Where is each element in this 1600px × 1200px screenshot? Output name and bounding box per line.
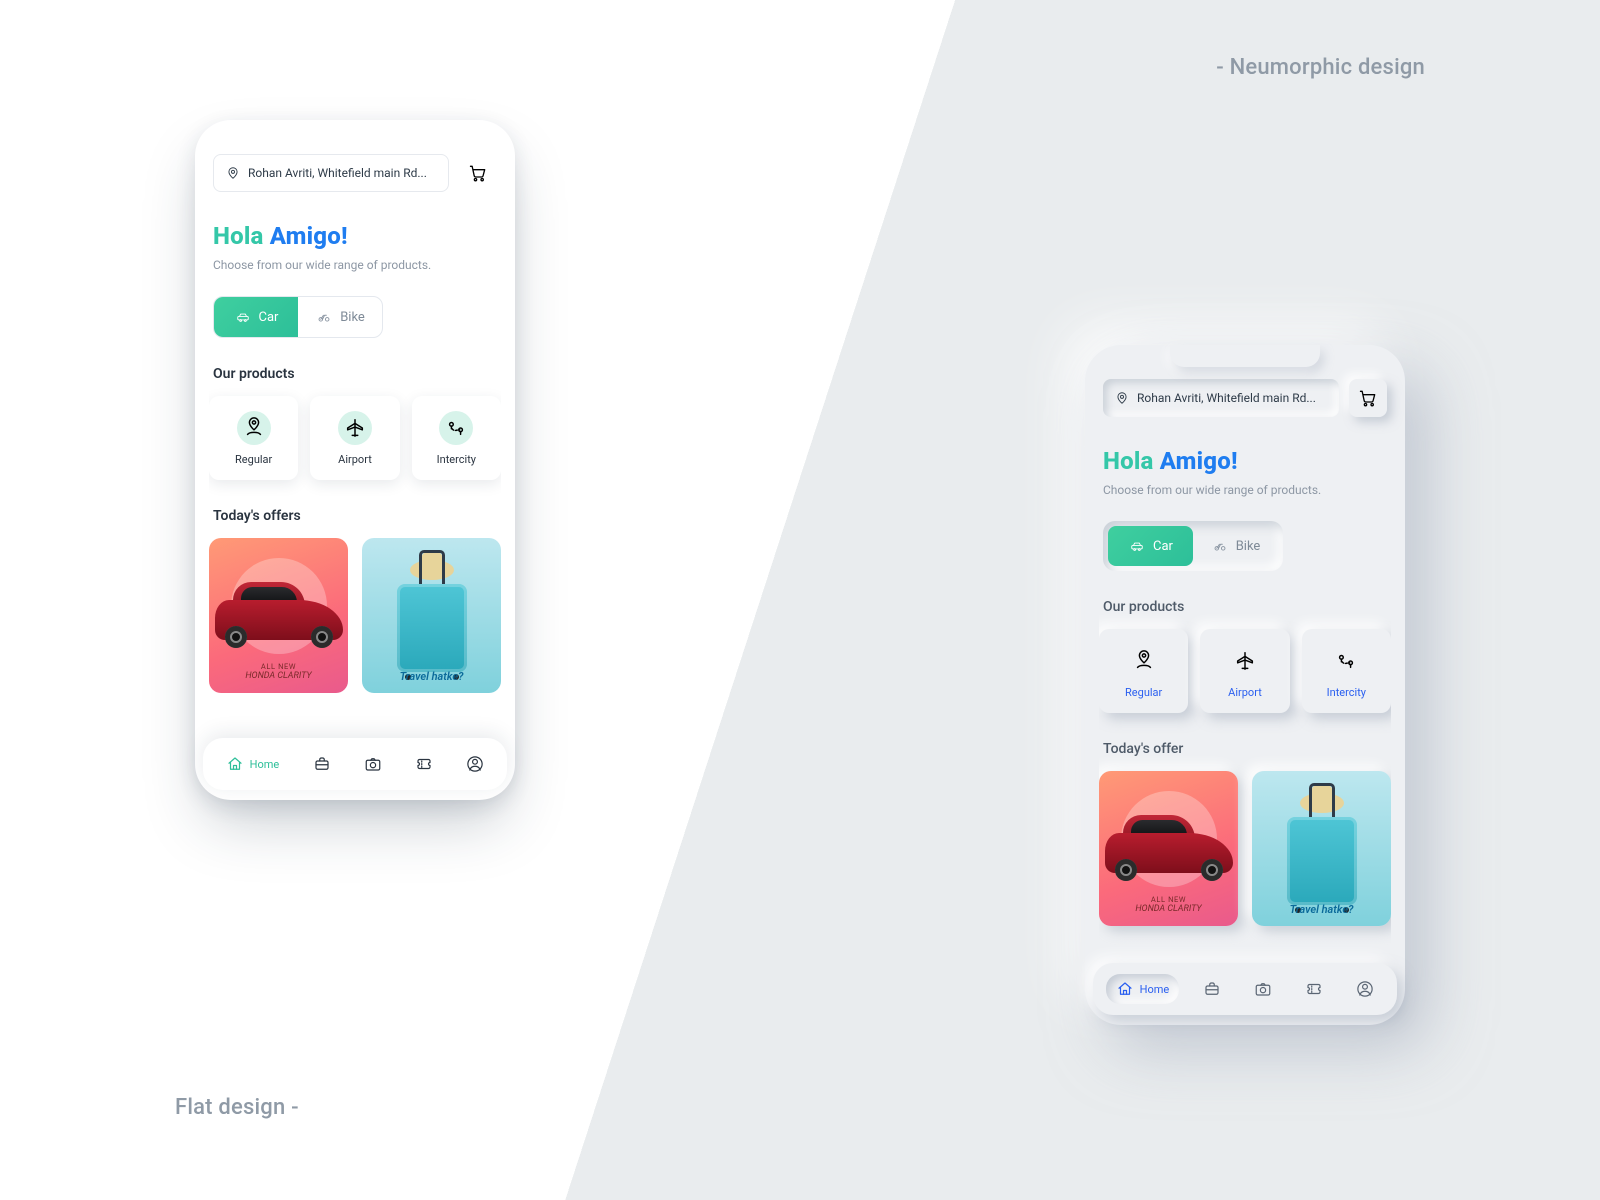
location-text: Rohan Avriti, Whitefield main Rd... [248,166,427,180]
cart-button[interactable] [459,154,497,192]
car-illustration [1105,833,1233,873]
products-heading: Our products [213,366,497,382]
intercity-icon [1335,650,1357,672]
product-label: Regular [1125,686,1162,699]
tab-briefcase[interactable] [303,749,341,779]
tab-bar: Home [1093,963,1397,1015]
product-airport[interactable]: Airport [1200,629,1289,713]
briefcase-icon [313,755,331,773]
home-icon [1116,980,1134,998]
product-intercity[interactable]: Intercity [412,396,501,480]
ticket-icon [1305,980,1323,998]
toggle-car[interactable]: Car [214,297,298,337]
greeting-subline: Choose from our wide range of products. [213,258,497,272]
greeting-subline: Choose from our wide range of products. [1103,483,1387,497]
tab-ticket[interactable] [1295,974,1333,1004]
suitcase-illustration [397,584,467,672]
product-regular[interactable]: Regular [209,396,298,480]
product-label: Intercity [1327,686,1366,699]
briefcase-icon [1203,980,1221,998]
location-field[interactable]: Rohan Avriti, Whitefield main Rd... [213,154,449,192]
product-label: Airport [338,453,372,466]
tab-ticket[interactable] [405,749,443,779]
greeting-heading: Hola Amigo! [1103,447,1387,475]
tab-briefcase[interactable] [1193,974,1231,1004]
location-text: Rohan Avriti, Whitefield main Rd... [1137,391,1316,405]
vehicle-toggle: Car Bike [1103,521,1283,571]
tab-home[interactable]: Home [1106,974,1180,1004]
toggle-bike[interactable]: Bike [1193,526,1278,566]
camera-icon [1254,980,1272,998]
product-label: Airport [1228,686,1262,699]
product-regular[interactable]: Regular [1099,629,1188,713]
car-icon [234,310,252,324]
tab-camera[interactable] [354,749,392,779]
intercity-icon [445,417,467,439]
location-field[interactable]: Rohan Avriti, Whitefield main Rd... [1103,379,1339,417]
offer-card-travel[interactable]: Travel hatke? [1252,771,1391,926]
tab-bar: Home [203,738,507,790]
suitcase-illustration [1287,817,1357,905]
product-intercity[interactable]: Intercity [1302,629,1391,713]
pin-icon [1115,391,1129,405]
product-label: Regular [235,453,272,466]
offers-heading: Today's offer [1103,741,1387,757]
home-icon [226,755,244,773]
tab-profile[interactable] [1346,974,1384,1004]
bike-icon [315,310,333,324]
tab-camera[interactable] [1244,974,1282,1004]
flat-phone-frame: Rohan Avriti, Whitefield main Rd... Hola… [195,120,515,800]
flat-design-label: Flat design - [175,1095,299,1120]
greeting-heading: Hola Amigo! [213,222,497,250]
products-heading: Our products [1103,599,1387,615]
tab-profile[interactable] [456,749,494,779]
pin-icon [226,166,240,180]
offer-card-car[interactable]: ALL NEWHONDA CLARITY [1099,771,1238,926]
offer-card-travel[interactable]: Travel hatke? [362,538,501,693]
cart-icon [468,163,488,183]
camera-icon [364,755,382,773]
offers-heading: Today's offers [213,508,497,524]
toggle-bike[interactable]: Bike [298,297,382,337]
neumorphic-phone-frame: Rohan Avriti, Whitefield main Rd... Hola… [1085,345,1405,1025]
car-icon [1128,539,1146,553]
user-icon [466,755,484,773]
product-airport[interactable]: Airport [310,396,399,480]
user-icon [1356,980,1374,998]
offer-card-car[interactable]: ALL NEWHONDA CLARITY [209,538,348,693]
regular-icon [243,417,265,439]
airport-icon [344,417,366,439]
airport-icon [1234,650,1256,672]
ticket-icon [415,755,433,773]
toggle-car[interactable]: Car [1108,526,1193,566]
car-illustration [215,600,343,640]
neumorphic-design-label: - Neumorphic design [1216,55,1425,80]
regular-icon [1133,650,1155,672]
vehicle-toggle: Car Bike [213,296,383,338]
cart-icon [1358,388,1378,408]
tab-home[interactable]: Home [216,749,290,779]
product-label: Intercity [437,453,476,466]
bike-icon [1211,539,1229,553]
cart-button[interactable] [1349,379,1387,417]
